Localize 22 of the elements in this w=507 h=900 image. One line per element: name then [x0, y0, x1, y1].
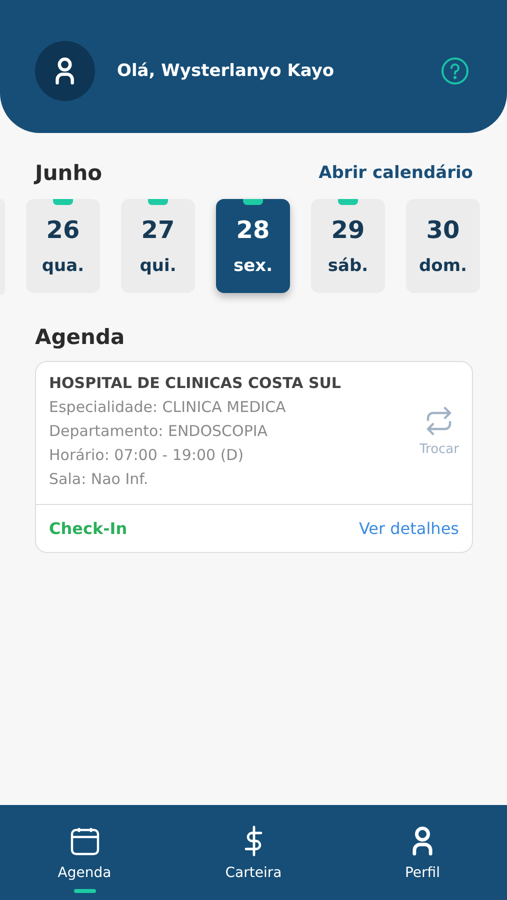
appointment-detail: Departamento: ENDOSCOPIA [49, 422, 269, 440]
month-title: Junho [35, 161, 102, 185]
appointment-detail: Especialidade: CLINICA MEDICA [49, 398, 287, 416]
nav-tab[interactable]: Agenda [0, 805, 169, 900]
day-card[interactable]: 28 sex. [216, 199, 290, 293]
user-icon [412, 826, 433, 856]
appointment-detail: Horário: 07:00 - 19:00 (D) [49, 446, 245, 464]
day-card[interactable]: 30 dom. [406, 199, 480, 293]
nav-tab[interactable]: Perfil [338, 805, 507, 900]
help-icon[interactable] [441, 56, 469, 84]
calendar-icon [70, 826, 100, 856]
day-card[interactable]: 26 qua. [26, 199, 100, 293]
day-card[interactable]: 27 qui. [121, 199, 195, 293]
details-link[interactable]: Ver detalhes [358, 519, 459, 538]
day-card[interactable]: 29 sáb. [311, 199, 385, 293]
appointment-detail: Sala: Nao Inf. [49, 470, 150, 488]
hospital-name: HOSPITAL DE CLINICAS COSTA SUL [49, 374, 342, 392]
open-calendar-link[interactable]: Abrir calendário [318, 163, 473, 183]
nav-tab[interactable]: Carteira [169, 805, 338, 900]
user-icon [55, 56, 75, 84]
greeting: Olá, Wysterlanyo Kayo [117, 60, 336, 80]
agenda-title: Agenda [34, 324, 126, 349]
